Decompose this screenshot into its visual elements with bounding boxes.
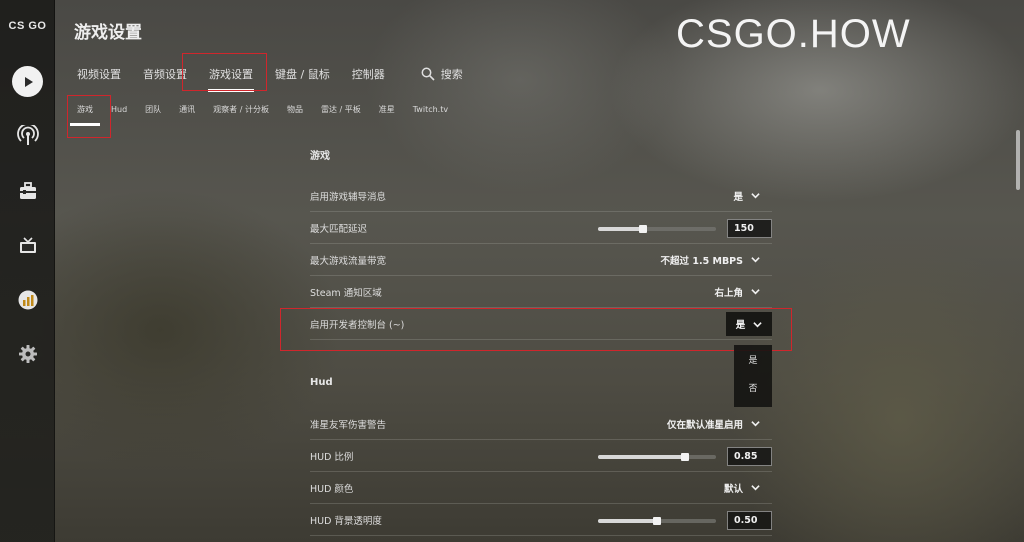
dropdown-value: 右上角 — [714, 287, 743, 299]
section-title-game: 游戏 — [310, 150, 330, 162]
search-icon — [421, 67, 435, 81]
highlight-box-game-tab — [182, 53, 267, 91]
tv-icon — [19, 236, 36, 253]
dropdown-option-yes[interactable]: 是 — [734, 345, 772, 373]
dropdown-value: 默认 — [723, 483, 743, 495]
section-title-hud: Hud — [310, 376, 333, 388]
dropdown-game-hints[interactable]: 是 — [733, 189, 760, 203]
chevron-down-icon — [751, 421, 760, 427]
subtab-radar[interactable]: 雷达 / 平板 — [312, 100, 370, 118]
subtab-communication[interactable]: 通讯 — [170, 100, 204, 118]
setting-label: Steam 通知区域 — [310, 287, 382, 299]
setting-row-game-hints: 启用游戏辅导消息 是 — [310, 180, 772, 212]
sub-tabs: 游戏 Hud 团队 通讯 观察者 / 计分板 物品 雷达 / 平板 准星 Twi… — [68, 100, 457, 126]
chevron-down-icon — [751, 485, 760, 491]
highlight-box-game-subtab — [67, 95, 111, 138]
settings-panel: 游戏 启用游戏辅导消息 是 最大匹配延迟 150 最大游戏流量带宽 不超过 1.… — [310, 140, 772, 536]
hud-alpha-input[interactable]: 0.50 — [727, 511, 772, 530]
scrollbar-thumb[interactable] — [1016, 130, 1020, 190]
tab-keyboard-mouse[interactable]: 键盘 / 鼠标 — [264, 60, 341, 88]
inventory-button[interactable] — [12, 175, 43, 206]
scrollbar[interactable] — [1016, 130, 1020, 540]
max-lag-input[interactable]: 150 — [727, 219, 772, 238]
hud-scale-slider[interactable] — [598, 453, 716, 461]
broadcast-icon — [16, 124, 39, 145]
setting-row-dev-console: 启用开发者控制台 (~) 是 — [310, 308, 772, 340]
dropdown-dev-console[interactable]: 是 — [726, 312, 772, 336]
setting-label: 启用开发者控制台 (~) — [310, 319, 405, 331]
subtab-items[interactable]: 物品 — [278, 100, 312, 118]
subtab-twitch[interactable]: Twitch.tv — [404, 100, 457, 118]
watermark-text: CSGO.HOW — [676, 12, 911, 56]
dropdown-hud-color[interactable]: 默认 — [724, 481, 760, 495]
gear-icon — [18, 344, 37, 363]
search-button[interactable]: 搜索 — [410, 60, 474, 88]
watch-button[interactable] — [12, 230, 43, 261]
dropdown-option-no[interactable]: 否 — [734, 373, 772, 401]
dropdown-value: 不超过 1.5 MBPS — [660, 255, 743, 267]
broadcast-button[interactable] — [12, 120, 43, 151]
slider-knob[interactable] — [638, 225, 647, 233]
dropdown-ff-warning[interactable]: 仅在默认准星启用 — [667, 417, 760, 431]
dropdown-value: 是 — [733, 191, 743, 203]
setting-label: HUD 颜色 — [310, 483, 354, 495]
subtab-team[interactable]: 团队 — [136, 100, 170, 118]
setting-row-bandwidth: 最大游戏流量带宽 不超过 1.5 MBPS — [310, 244, 772, 276]
dev-console-options-menu: 是 否 — [734, 345, 772, 407]
max-lag-slider[interactable] — [598, 225, 716, 233]
play-icon — [12, 66, 43, 97]
tab-controller[interactable]: 控制器 — [341, 60, 396, 88]
dropdown-value: 仅在默认准星启用 — [666, 419, 743, 431]
stats-icon — [18, 290, 37, 309]
page-title: 游戏设置 — [74, 23, 142, 43]
setting-row-max-lag: 最大匹配延迟 150 — [310, 212, 772, 244]
slider-knob[interactable] — [653, 517, 661, 525]
subtab-crosshair[interactable]: 准星 — [370, 100, 404, 118]
tab-video[interactable]: 视频设置 — [66, 60, 132, 88]
briefcase-icon — [19, 181, 36, 199]
hud-scale-input[interactable]: 0.85 — [727, 447, 772, 466]
dropdown-bandwidth[interactable]: 不超过 1.5 MBPS — [661, 253, 760, 267]
subtab-spectator[interactable]: 观察者 / 计分板 — [204, 100, 278, 118]
setting-label: 启用游戏辅导消息 — [310, 191, 387, 203]
setting-row-hud-color: HUD 颜色 默认 — [310, 472, 772, 504]
main-tabs: 视频设置 音频设置 游戏设置 键盘 / 鼠标 控制器 搜索 — [66, 60, 474, 92]
hud-alpha-slider[interactable] — [598, 517, 716, 525]
settings-button[interactable] — [12, 338, 43, 369]
play-button[interactable] — [12, 66, 43, 97]
chevron-down-icon — [751, 257, 760, 263]
chevron-down-icon — [753, 321, 762, 327]
stats-button[interactable] — [12, 284, 43, 315]
setting-row-hud-scale: HUD 比例 0.85 — [310, 440, 772, 472]
dropdown-steam-notify[interactable]: 右上角 — [714, 285, 760, 299]
csgo-logo: CS GO — [8, 20, 47, 32]
setting-row-steam-notify: Steam 通知区域 右上角 — [310, 276, 772, 308]
dropdown-value: 是 — [735, 320, 746, 331]
chevron-down-icon — [751, 193, 760, 199]
chevron-down-icon — [751, 289, 760, 295]
setting-row-ff-warning: 准星友军伤害警告 仅在默认准星启用 — [310, 408, 772, 440]
setting-row-hud-alpha: HUD 背景透明度 0.50 — [310, 504, 772, 536]
left-rail: CS GO — [0, 0, 55, 542]
search-label: 搜索 — [440, 68, 463, 81]
slider-knob[interactable] — [681, 453, 690, 461]
